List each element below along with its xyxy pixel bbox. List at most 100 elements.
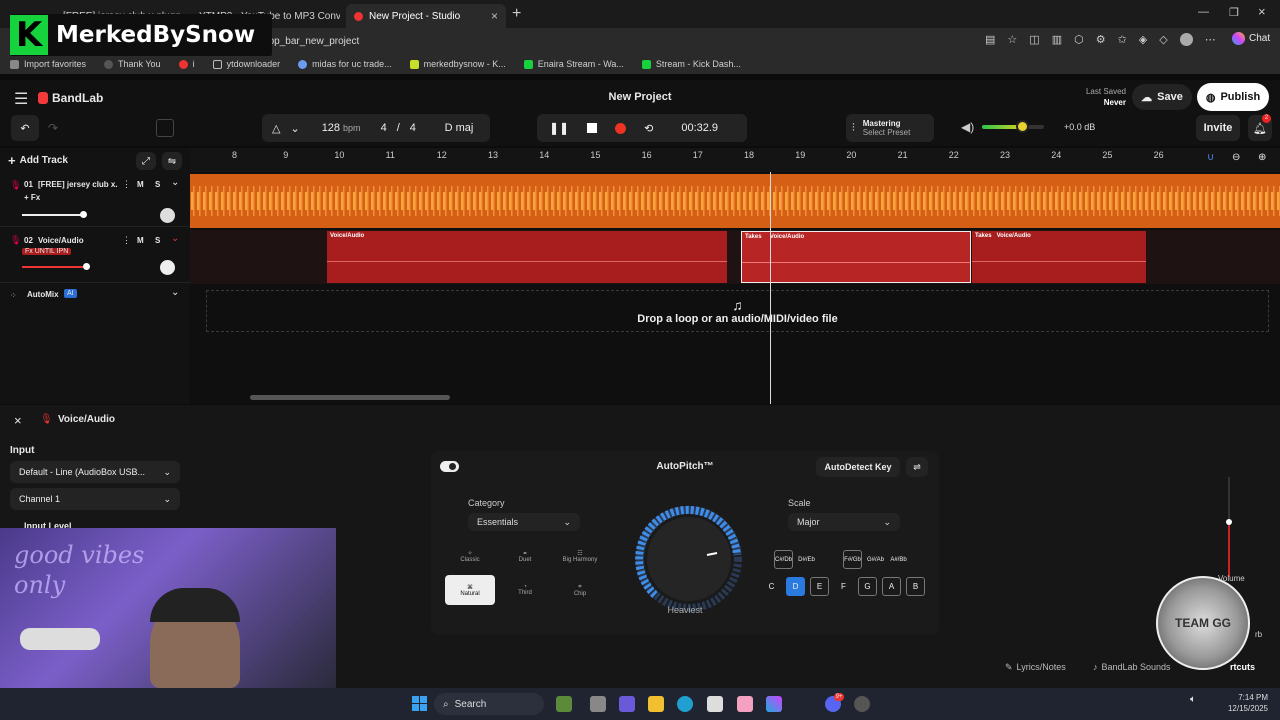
key-selector[interactable]: D maj — [428, 114, 490, 142]
volume-fader[interactable]: Volume — [1212, 477, 1246, 587]
settings-gear-icon[interactable]: ⚙ — [1096, 33, 1106, 46]
fx-button[interactable]: + Fx — [24, 193, 40, 202]
favorite-star-icon[interactable]: ☆ — [1007, 33, 1017, 46]
pause-icon[interactable]: ❚❚ — [549, 121, 569, 135]
microphone-icon[interactable]: 🎙︎ — [10, 180, 21, 191]
category-classic[interactable]: ✧ Classic — [445, 541, 495, 571]
track-lane-beat[interactable] — [190, 174, 1280, 228]
publish-button[interactable]: ◍ Publish — [1197, 83, 1269, 111]
solo-button[interactable]: S — [155, 180, 160, 189]
video-icon[interactable] — [156, 119, 174, 137]
obs-icon[interactable] — [854, 696, 870, 712]
audio-clip-selected[interactable]: Takes Voice/Audio — [741, 231, 971, 283]
time-sig-den[interactable]: 4 — [410, 122, 416, 134]
settings-sliders-icon[interactable]: ⇌ — [906, 457, 928, 477]
chevron-down-icon[interactable]: ⌄ — [171, 177, 179, 188]
app-icon[interactable] — [556, 696, 572, 712]
audio-clip[interactable]: Voice/Audio — [327, 231, 727, 283]
stop-icon[interactable] — [587, 123, 598, 133]
chevron-down-icon[interactable]: ⌄ — [290, 122, 299, 135]
more-icon[interactable]: ⋮ — [122, 179, 131, 190]
invite-button[interactable]: Invite — [1196, 115, 1240, 141]
favorite-item[interactable]: Stream - Kick Dash... — [641, 59, 741, 69]
category-chip[interactable]: ⌗ Chip — [555, 575, 605, 605]
favorite-item[interactable]: midas for uc trade... — [298, 59, 392, 69]
redo-icon[interactable]: ↷ — [48, 121, 58, 135]
category-duet[interactable]: ⚭ Duet — [500, 541, 550, 571]
horizontal-scrollbar[interactable] — [250, 395, 450, 400]
close-icon[interactable]: × — [491, 9, 498, 23]
bandlab-sounds-button[interactable]: ♪ BandLab Sounds — [1093, 662, 1171, 672]
input-device-select[interactable]: Default - Line (AudioBox USB... ⌄ — [10, 461, 180, 483]
drop-zone[interactable]: ♫ Drop a loop or an audio/MIDI/video file — [206, 290, 1269, 332]
channel-select[interactable]: Channel 1 ⌄ — [10, 488, 180, 510]
favorite-item[interactable]: Import favorites — [10, 59, 86, 69]
zoom-in-icon[interactable]: ⊕ — [1258, 152, 1266, 163]
new-tab-icon[interactable]: + — [512, 5, 521, 23]
copilot-icon[interactable] — [766, 696, 782, 712]
key-g[interactable]: G — [858, 577, 877, 596]
category-third[interactable]: ◔ Third — [500, 575, 550, 605]
teams-icon[interactable] — [619, 696, 635, 712]
playhead[interactable] — [770, 172, 771, 404]
track-name[interactable]: [FREE] jersey club x... — [38, 180, 118, 189]
metronome-icon[interactable]: △ — [272, 122, 280, 135]
url-field[interactable]: =top_bar_new_project — [260, 32, 960, 50]
save-button[interactable]: ☁ Save — [1132, 84, 1192, 110]
taskbar-search[interactable]: ⌕ Search — [434, 693, 544, 715]
clock[interactable]: 7:14 PM 12/15/2025 — [1218, 692, 1268, 714]
profile-avatar[interactable] — [1179, 33, 1193, 46]
chevron-down-icon[interactable]: ⌄ — [171, 287, 179, 298]
solo-button[interactable]: S — [155, 236, 160, 245]
track-header[interactable]: 🎙︎ 02 Voice/Audio ⋮ M S ⌄ Fx UNTIL IPN — [0, 230, 190, 283]
key-d-selected[interactable]: D — [786, 577, 805, 596]
fx-badge[interactable]: Fx UNTIL IPN — [22, 248, 72, 255]
shortcuts-button[interactable]: rtcuts — [1230, 662, 1255, 672]
time-sig-num[interactable]: 4 — [381, 122, 387, 134]
edge-icon[interactable] — [677, 696, 693, 712]
extensions-icon[interactable]: ⬡ — [1074, 33, 1084, 46]
timeline-ruler[interactable] — [190, 148, 1280, 172]
favorites-icon[interactable]: ✩ — [1118, 33, 1127, 46]
chat-button[interactable]: Chat — [1232, 32, 1270, 45]
speaker-icon[interactable]: 🔈︎ — [1190, 694, 1196, 705]
category-select[interactable]: Essentials ⌄ — [468, 513, 580, 531]
strength-knob[interactable] — [633, 503, 745, 615]
key-a[interactable]: A — [882, 577, 901, 596]
track-name[interactable]: Voice/Audio — [38, 236, 84, 245]
pan-knob[interactable] — [160, 208, 175, 223]
key-g-sharp[interactable]: G#/Ab — [866, 550, 885, 569]
key-a-sharp[interactable]: A#/Bb — [889, 550, 908, 569]
project-title[interactable]: New Project — [590, 91, 690, 103]
add-track-button[interactable]: + Add Track — [8, 153, 68, 168]
app-icon[interactable] — [737, 696, 753, 712]
key-e[interactable]: E — [810, 577, 829, 596]
favorite-item[interactable]: merkedbysnow - K... — [409, 59, 506, 69]
file-explorer-icon[interactable] — [648, 696, 664, 712]
brand-logo[interactable]: BandLab — [38, 91, 103, 105]
key-d-sharp[interactable]: D#/Eb — [797, 550, 816, 569]
undo-icon[interactable]: ↶ — [11, 115, 39, 141]
browser-tab-active[interactable]: New Project - Studio × — [346, 4, 506, 28]
key-c-sharp[interactable]: C#/Db — [774, 550, 793, 569]
store-icon[interactable] — [707, 696, 723, 712]
mixer-icon[interactable]: ⇋ — [162, 152, 182, 170]
key-c[interactable]: C — [762, 577, 781, 596]
autopitch-toggle[interactable] — [440, 461, 459, 472]
category-natural[interactable]: ⌘ Natural — [445, 575, 495, 605]
more-icon[interactable]: ⋯ — [1205, 33, 1216, 46]
chevron-down-icon[interactable]: ⌄ — [171, 233, 179, 244]
mute-button[interactable]: M — [137, 236, 144, 245]
master-volume-slider[interactable] — [982, 120, 1044, 133]
track-header[interactable]: 🎙︎ 01 [FREE] jersey club x... ⋮ M S ⌄ + … — [0, 174, 190, 227]
fx-chain-icon[interactable]: ⤢ — [136, 152, 156, 170]
volume-handle[interactable] — [1016, 120, 1029, 133]
key-f[interactable]: F — [834, 577, 853, 596]
record-icon[interactable] — [615, 122, 627, 134]
more-icon[interactable]: ⋮ — [122, 235, 131, 246]
favorite-item[interactable]: ytdownloader — [212, 59, 280, 69]
lyrics-notes-button[interactable]: ✎ Lyrics/Notes — [1005, 662, 1066, 673]
scale-select[interactable]: Major ⌄ — [788, 513, 900, 531]
loop-icon[interactable]: ⟲ — [644, 122, 653, 135]
favorite-item[interactable]: Thank You — [104, 59, 161, 69]
